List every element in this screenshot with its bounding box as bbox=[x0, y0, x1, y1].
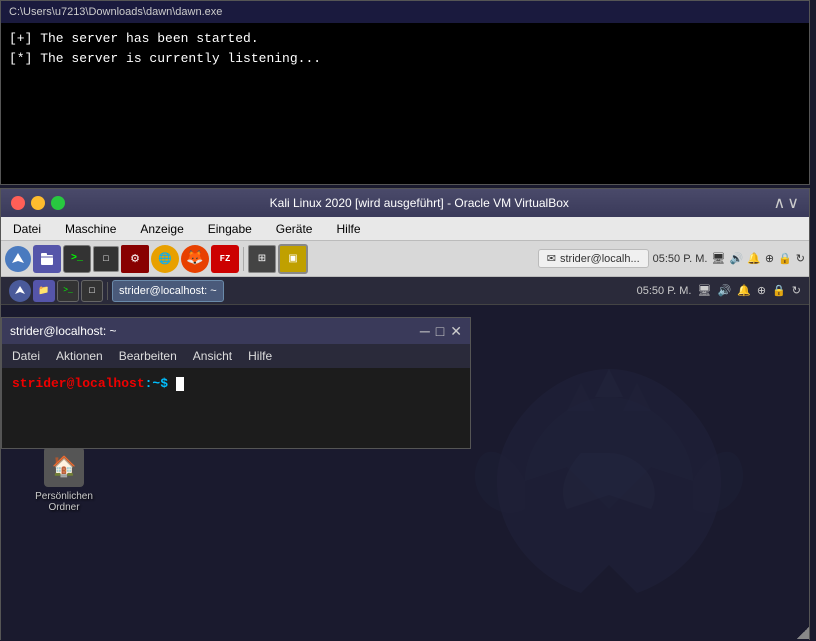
kali-desktop[interactable]: 📁 >_ □ strider@localhost: ~ 05:50 P. M. … bbox=[1, 277, 809, 641]
lock-icon: 🔒 bbox=[778, 252, 792, 265]
terminal-minimize-btn[interactable]: ─ bbox=[420, 323, 430, 340]
network-icon: ⊕ bbox=[765, 252, 774, 265]
filezilla-icon[interactable]: FZ bbox=[211, 245, 239, 273]
term-menu-bearbeiten[interactable]: Bearbeiten bbox=[119, 349, 177, 363]
terminal-title: strider@localhost: ~ bbox=[10, 324, 117, 338]
term-menu-datei[interactable]: Datei bbox=[12, 349, 40, 363]
active-window-label: strider@localhost: ~ bbox=[119, 285, 217, 297]
email-icon: ✉ bbox=[547, 252, 556, 265]
vm-screen: 📁 >_ □ strider@localhost: ~ 05:50 P. M. … bbox=[1, 277, 809, 641]
kali-network-icon: ⊕ bbox=[757, 284, 766, 297]
terminal-titlebar: strider@localhost: ~ ─ □ ✕ bbox=[2, 318, 470, 344]
vbox-toolbar: >_ □ ⚙ 🌐 🦊 FZ ⊞ ▣ ✉ strider@localh... bbox=[1, 241, 809, 277]
kali-term-icon[interactable]: >_ bbox=[57, 280, 79, 302]
refresh-icon: ↻ bbox=[796, 252, 805, 265]
vbox-menu-eingabe[interactable]: Eingabe bbox=[204, 220, 256, 238]
settings-icon[interactable]: ⚙ bbox=[121, 245, 149, 273]
terminal-icon[interactable]: >_ bbox=[63, 245, 91, 273]
firefox-icon[interactable]: 🦊 bbox=[181, 245, 209, 273]
time-label: 05:50 P. M. bbox=[653, 253, 708, 265]
kali-refresh-icon: ↻ bbox=[792, 284, 801, 297]
kali-speaker-icon: 🔊 bbox=[717, 284, 731, 297]
terminal-prompt-user: strider@localhost bbox=[12, 376, 145, 391]
vbox-window: Kali Linux 2020 [wird ausgeführt] - Orac… bbox=[0, 188, 810, 640]
home-folder-icon: 🏠 bbox=[44, 447, 84, 487]
term-menu-hilfe[interactable]: Hilfe bbox=[248, 349, 272, 363]
cmd-window: C:\Users\u7213\Downloads\dawn\dawn.exe [… bbox=[0, 0, 810, 185]
vbox-minimize-button[interactable] bbox=[31, 196, 45, 210]
term-menu-aktionen[interactable]: Aktionen bbox=[56, 349, 103, 363]
cmd-titlebar: C:\Users\u7213\Downloads\dawn\dawn.exe bbox=[1, 1, 809, 23]
audio-icon: 🔊 bbox=[729, 252, 743, 265]
vbox-menu-hilfe[interactable]: Hilfe bbox=[332, 220, 364, 238]
bell-icon: 🔔 bbox=[747, 252, 761, 265]
vbox-menu-anzeige[interactable]: Anzeige bbox=[136, 220, 187, 238]
kali-filemgr-icon[interactable]: 📁 bbox=[33, 280, 55, 302]
toolbar-separator bbox=[243, 247, 244, 271]
user-pill: ✉ strider@localh... bbox=[538, 249, 649, 268]
vbox-arrows[interactable]: ∧∨ bbox=[774, 193, 799, 213]
terminal-prompt-sep: :~$ bbox=[145, 376, 168, 391]
vbox-menubar: Datei Maschine Anzeige Eingabe Geräte Hi… bbox=[1, 217, 809, 241]
kali-tb-separator bbox=[107, 282, 108, 300]
cmd-line1: [+] The server has been started. bbox=[9, 29, 801, 49]
screen-icon[interactable]: ⊞ bbox=[248, 245, 276, 273]
vbox-menu-datei[interactable]: Datei bbox=[9, 220, 45, 238]
vbox-status-area: ✉ strider@localh... 05:50 P. M. 🖥 🔊 🔔 ⊕ … bbox=[538, 249, 805, 268]
file-manager-icon[interactable] bbox=[33, 245, 61, 273]
globe-icon[interactable]: 🌐 bbox=[151, 245, 179, 273]
monitor-icon: 🖥 bbox=[711, 252, 725, 265]
cmd-content: [+] The server has been started. [*] The… bbox=[1, 23, 809, 74]
home-folder-label: Persönlichen Ordner bbox=[29, 491, 99, 513]
vbox-menu-geraete[interactable]: Geräte bbox=[272, 220, 317, 238]
kali-screen2-icon[interactable]: □ bbox=[81, 280, 103, 302]
kali-taskbar-right: 05:50 P. M. 🖥 🔊 🔔 ⊕ 🔒 ↻ bbox=[637, 284, 801, 297]
vbox-close-button[interactable] bbox=[11, 196, 25, 210]
terminal-cursor bbox=[176, 377, 184, 391]
kali-logo-icon[interactable] bbox=[5, 246, 31, 272]
kali-bell-icon: 🔔 bbox=[737, 284, 751, 297]
user-label: strider@localh... bbox=[560, 253, 640, 265]
term-menu-ansicht[interactable]: Ansicht bbox=[193, 349, 232, 363]
terminal-menubar: Datei Aktionen Bearbeiten Ansicht Hilfe bbox=[2, 344, 470, 368]
terminal-maximize-btn[interactable]: □ bbox=[436, 323, 444, 340]
vbox-menu-maschine[interactable]: Maschine bbox=[61, 220, 120, 238]
kali-time: 05:50 P. M. bbox=[637, 285, 692, 297]
vbox-titlebar: Kali Linux 2020 [wird ausgeführt] - Orac… bbox=[1, 189, 809, 217]
kali-dragon-watermark bbox=[469, 341, 749, 621]
cmd-line2: [*] The server is currently listening... bbox=[9, 49, 801, 69]
kali-start-icon[interactable] bbox=[9, 280, 31, 302]
vbox-maximize-button[interactable] bbox=[51, 196, 65, 210]
kali-lock-icon: 🔒 bbox=[772, 284, 786, 297]
desktop-icon-home[interactable]: 🏠 Persönlichen Ordner bbox=[29, 447, 99, 513]
kali-monitor-icon: 🖥 bbox=[697, 284, 711, 297]
kali-active-window[interactable]: strider@localhost: ~ bbox=[112, 280, 224, 302]
kali-taskbar: 📁 >_ □ strider@localhost: ~ 05:50 P. M. … bbox=[1, 277, 809, 305]
terminal-close-btn[interactable]: ✕ bbox=[450, 323, 462, 340]
terminal-controls: ─ □ ✕ bbox=[420, 323, 462, 340]
vbox-resize-handle[interactable] bbox=[797, 627, 809, 639]
vbox-title: Kali Linux 2020 [wird ausgeführt] - Orac… bbox=[270, 196, 569, 210]
terminal-window: strider@localhost: ~ ─ □ ✕ Datei Aktione… bbox=[1, 317, 471, 449]
highlight-icon[interactable]: ▣ bbox=[278, 244, 308, 274]
terminal2-icon[interactable]: □ bbox=[93, 246, 119, 272]
terminal-content[interactable]: strider@localhost:~$ bbox=[2, 368, 470, 448]
cmd-path: C:\Users\u7213\Downloads\dawn\dawn.exe bbox=[9, 6, 222, 18]
